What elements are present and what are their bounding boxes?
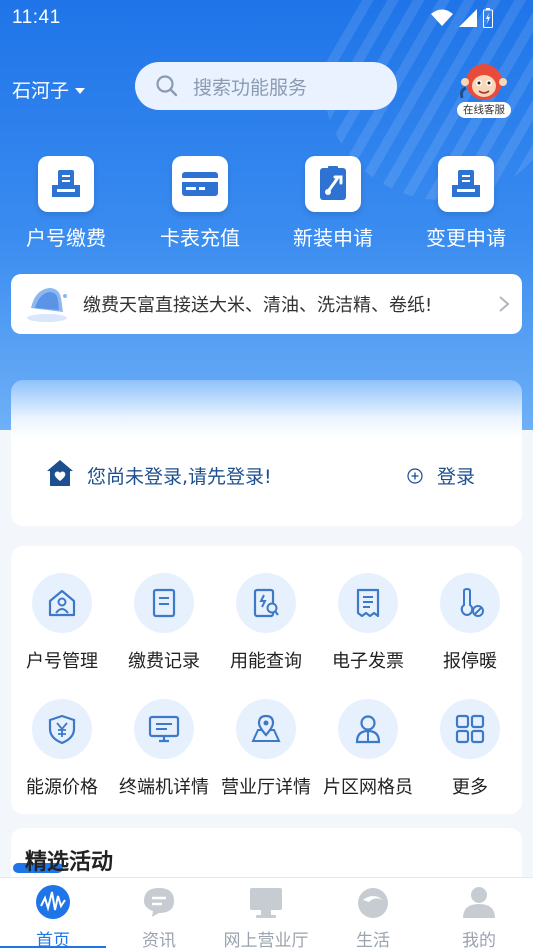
service-label: 终端机详情 — [119, 777, 209, 798]
chevron-right-icon — [499, 296, 510, 312]
service-more[interactable]: 更多 — [419, 699, 521, 799]
home-logo-icon — [36, 885, 70, 919]
quick-action-tile — [172, 156, 228, 212]
notice-text: 缴费天富直接送大米、清油、洗洁精、卷纸! — [83, 295, 433, 316]
service-icon-circle — [236, 573, 296, 633]
service-terminal-details[interactable]: 终端机详情 — [113, 699, 215, 799]
planet-icon — [358, 888, 388, 918]
service-label: 营业厅详情 — [221, 777, 311, 798]
tab-label: 首页 — [36, 931, 70, 948]
service-hall-details[interactable]: 营业厅详情 — [215, 699, 317, 799]
tab-online-hall[interactable]: 网上营业厅 — [213, 878, 319, 948]
tab-news[interactable]: 资讯 — [106, 878, 212, 948]
tab-label: 网上营业厅 — [223, 931, 309, 948]
service-label: 能源价格 — [26, 777, 98, 798]
service-icon-circle — [440, 573, 500, 633]
user-icon — [463, 887, 495, 918]
quick-action-label: 变更申请 — [426, 226, 506, 250]
activities-title: 精选活动 — [25, 850, 114, 875]
tab-label: 生活 — [356, 931, 390, 948]
service-label: 片区网格员 — [323, 777, 413, 798]
login-button[interactable]: 登录 — [437, 462, 475, 489]
service-label: 用能查询 — [230, 651, 302, 672]
battery-icon — [483, 8, 493, 28]
login-card: 您尚未登录,请先登录! 登录 — [11, 380, 522, 526]
quick-action-change-request[interactable]: 变更申请 — [406, 156, 526, 251]
quick-action-tile — [38, 156, 94, 212]
house-person-icon — [48, 589, 76, 617]
service-label: 缴费记录 — [128, 651, 200, 672]
monitor-icon — [148, 715, 180, 743]
ledger-icon — [52, 170, 80, 197]
map-pin-icon — [251, 714, 281, 742]
service-label: 更多 — [452, 777, 488, 798]
megaphone-icon — [27, 288, 67, 322]
chat-bubble-icon — [144, 888, 174, 917]
quick-action-label: 卡表充值 — [160, 226, 240, 250]
tab-home[interactable]: 首页 — [0, 878, 106, 948]
service-stop-heating[interactable]: 报停暖 — [419, 573, 521, 673]
document-icon — [152, 588, 176, 618]
service-icon-circle — [338, 699, 398, 759]
tab-label: 我的 — [462, 931, 496, 948]
plus-circle-icon[interactable] — [407, 468, 423, 484]
city-label: 石河子 — [12, 80, 70, 102]
tab-label: 资讯 — [142, 931, 176, 948]
customer-service-label[interactable]: 在线客服 — [457, 102, 511, 118]
service-label: 户号管理 — [26, 651, 98, 672]
service-label: 报停暖 — [443, 651, 497, 672]
service-energy-query[interactable]: 用能查询 — [215, 573, 317, 673]
quick-action-label: 新装申请 — [293, 226, 373, 250]
monitor-icon — [250, 888, 282, 918]
quick-action-new-install[interactable]: 新装申请 — [273, 156, 393, 251]
quick-action-tile — [438, 156, 494, 212]
quick-action-account-payment[interactable]: 户号缴费 — [6, 156, 126, 251]
search-doc-icon — [253, 588, 279, 618]
service-icon-circle — [338, 573, 398, 633]
service-icon-circle — [236, 699, 296, 759]
service-icon-circle — [32, 699, 92, 759]
status-bar: 11:41 — [0, 0, 533, 36]
search-placeholder: 搜索功能服务 — [193, 76, 308, 99]
notice-bar[interactable]: 缴费天富直接送大米、清油、洗洁精、卷纸! — [11, 274, 522, 334]
bottom-tab-bar: 首页 资讯 网上营业厅 生活 我的 — [0, 877, 533, 948]
login-prompt: 您尚未登录,请先登录! — [87, 466, 272, 488]
tab-mine[interactable]: 我的 — [426, 878, 532, 948]
quick-action-label: 户号缴费 — [26, 226, 106, 250]
service-icon-circle — [134, 573, 194, 633]
service-icon-circle — [134, 699, 194, 759]
service-label: 电子发票 — [332, 651, 404, 672]
ledger-icon — [452, 170, 480, 197]
signal-icon — [459, 9, 477, 27]
tab-life[interactable]: 生活 — [320, 878, 426, 948]
service-icon-circle — [32, 573, 92, 633]
service-energy-prices[interactable]: 能源价格 — [11, 699, 113, 799]
yuan-shield-icon — [48, 714, 76, 745]
service-account-management[interactable]: 户号管理 — [11, 573, 113, 673]
service-payment-records[interactable]: 缴费记录 — [113, 573, 215, 673]
home-icon — [47, 460, 73, 486]
quick-action-tile — [305, 156, 361, 212]
top-bar: 石河子 搜索功能服务 在线客服 — [0, 60, 533, 118]
thermometer-icon — [460, 587, 484, 617]
status-icons — [431, 8, 493, 28]
person-icon — [355, 715, 381, 744]
wrench-doc-icon — [320, 166, 346, 200]
quick-action-card-topup[interactable]: 卡表充值 — [140, 156, 260, 251]
grid-icon — [455, 714, 485, 744]
service-grid-staff[interactable]: 片区网格员 — [317, 699, 419, 799]
card-icon — [182, 172, 218, 196]
status-time: 11:41 — [12, 7, 61, 28]
service-grid: 户号管理 缴费记录 用能查询 电子发票 报停暖 能源价格 终端机详情 营业厅详情… — [11, 546, 522, 814]
city-selector[interactable]: 石河子 — [12, 76, 86, 103]
wifi-icon — [431, 9, 453, 26]
search-icon — [156, 75, 178, 97]
quick-actions: 户号缴费 卡表充值 新装申请 变更申请 — [0, 156, 533, 256]
caret-down-icon — [75, 87, 86, 94]
service-e-invoice[interactable]: 电子发票 — [317, 573, 419, 673]
service-icon-circle — [440, 699, 500, 759]
search-bar[interactable]: 搜索功能服务 — [135, 62, 397, 110]
receipt-icon — [356, 588, 380, 618]
